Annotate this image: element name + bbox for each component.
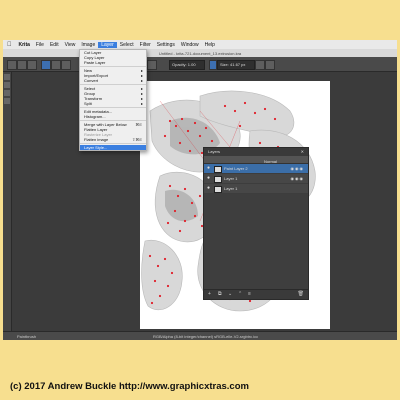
visibility-eye-icon[interactable]: ● xyxy=(207,174,210,183)
tool-icon[interactable] xyxy=(4,74,10,80)
layer-name: Paint Layer 2 xyxy=(224,166,248,171)
menu-window[interactable]: Window xyxy=(178,42,202,48)
menu-item[interactable]: Histogram... xyxy=(80,114,146,119)
menu-shortcut: ⇧⌘E xyxy=(131,137,142,142)
new-document-icon[interactable] xyxy=(7,60,17,70)
toolbar: Opacity: 1.00 Size: 41.67 px xyxy=(3,57,397,72)
menu-item-label: Paste Layer xyxy=(84,60,106,65)
layer-name: Layer 1 xyxy=(224,176,238,181)
layer-thumbnail xyxy=(214,186,222,193)
menu-item-label: Histogram... xyxy=(84,114,106,119)
status-brush: Paintbrush xyxy=(17,334,37,339)
menu-help[interactable]: Help xyxy=(202,42,218,48)
layers-panel-title: Layers ✕ xyxy=(204,148,308,156)
menu-image[interactable]: Image xyxy=(78,42,98,48)
statusbar: Paintbrush RGB/Alpha (8-bit integer/chan… xyxy=(3,331,397,340)
mirror-horizontal-icon[interactable] xyxy=(255,60,265,70)
krita-window:  Krita File Edit View Image Layer Selec… xyxy=(3,40,397,340)
status-colorspace: RGB/Alpha (8-bit integer/channel) sRGB-e… xyxy=(153,334,259,339)
menu-item[interactable]: Flatten image ⇧⌘E xyxy=(80,137,146,142)
layers-panel-title-text: Layers xyxy=(208,149,221,154)
tool-icon[interactable] xyxy=(4,98,10,104)
menu-item-label: Split xyxy=(84,101,92,106)
menubar:  Krita File Edit View Image Layer Selec… xyxy=(3,40,397,49)
size-lock-icon[interactable] xyxy=(209,60,217,70)
app-name[interactable]: Krita xyxy=(16,42,33,48)
apple-icon[interactable]:  xyxy=(3,42,16,48)
mirror-vertical-icon[interactable] xyxy=(265,60,275,70)
opacity-field[interactable]: Opacity: 1.00 xyxy=(169,60,205,70)
menu-file[interactable]: File xyxy=(33,42,47,48)
layer-thumbnail xyxy=(214,176,222,183)
layers-panel-options: Normal xyxy=(204,156,308,164)
toolbox xyxy=(3,72,12,332)
menu-view[interactable]: View xyxy=(62,42,79,48)
menu-item[interactable]: Paste Layer xyxy=(80,60,146,65)
layers-list-empty-area xyxy=(204,194,308,298)
copyright-caption: (c) 2017 Andrew Buckle http://www.graphi… xyxy=(10,381,249,392)
tool-icon[interactable] xyxy=(4,90,10,96)
layer-name: Layer 1 xyxy=(224,186,238,191)
menu-item[interactable]: Layer Style... xyxy=(80,145,146,150)
visibility-eye-icon[interactable]: ● xyxy=(207,184,210,193)
menu-item-label: Convert xyxy=(84,78,99,83)
menu-item-label: Layer Style... xyxy=(84,145,108,150)
gradient-icon[interactable] xyxy=(41,60,51,70)
properties-icon[interactable]: ≡ xyxy=(248,291,251,297)
duplicate-layer-icon[interactable]: ⧉ xyxy=(218,291,222,297)
size-field[interactable]: Size: 41.67 px xyxy=(217,60,255,70)
delete-layer-icon[interactable]: 🗑 xyxy=(298,291,304,297)
layer-row[interactable]: ● Layer 1 xyxy=(204,184,308,194)
layer-thumbnail xyxy=(214,166,222,173)
menu-separator xyxy=(80,66,146,67)
submenu-arrow-icon: ▸ xyxy=(140,78,143,83)
menu-edit[interactable]: Edit xyxy=(47,42,62,48)
menu-item[interactable]: Convert ▸ xyxy=(80,78,146,83)
menu-separator xyxy=(80,107,146,108)
menu-select[interactable]: Select xyxy=(117,42,137,48)
menu-item[interactable]: Split ▸ xyxy=(80,101,146,106)
menu-separator xyxy=(80,84,146,85)
layer-row[interactable]: ● Layer 1 ◉◉◉ xyxy=(204,174,308,184)
layer-flags-icon[interactable]: ◉◉◉ xyxy=(291,174,304,183)
save-document-icon[interactable] xyxy=(27,60,37,70)
move-up-icon[interactable]: ⌃ xyxy=(238,291,242,297)
brush-preset-icon[interactable] xyxy=(61,60,71,70)
menu-layer[interactable]: Layer xyxy=(98,41,117,48)
layers-panel-footer: + ⧉ ⌄ ⌃ ≡ 🗑 xyxy=(204,289,308,299)
pattern-icon[interactable] xyxy=(51,60,61,70)
visibility-eye-icon[interactable]: ● xyxy=(207,164,210,173)
close-panel-icon[interactable]: ✕ xyxy=(301,148,304,156)
layer-flags-icon[interactable]: ◉◉◉ xyxy=(291,164,304,173)
layers-panel: Layers ✕ Normal ● Paint Layer 2 ◉◉◉ ● La… xyxy=(203,147,309,300)
submenu-arrow-icon: ▸ xyxy=(140,101,143,106)
window-title: Untitled - krita-721-document_13.extrusi… xyxy=(3,49,397,57)
layer-row[interactable]: ● Paint Layer 2 ◉◉◉ xyxy=(204,164,308,174)
frame-background:  Krita File Edit View Image Layer Selec… xyxy=(0,0,400,400)
layer-menu-dropdown: Cut Layer Copy Layer Paste Layer New ▸ Import… xyxy=(79,49,147,151)
menu-separator xyxy=(80,120,146,121)
menu-settings[interactable]: Settings xyxy=(154,42,178,48)
menu-separator xyxy=(80,143,146,144)
add-layer-icon[interactable]: + xyxy=(208,291,211,297)
menu-item-label: Flatten image xyxy=(84,137,109,142)
move-down-icon[interactable]: ⌄ xyxy=(228,291,232,297)
open-document-icon[interactable] xyxy=(17,60,27,70)
blend-mode-icon[interactable] xyxy=(147,60,157,70)
tool-icon[interactable] xyxy=(4,82,10,88)
menu-filter[interactable]: Filter xyxy=(137,42,154,48)
